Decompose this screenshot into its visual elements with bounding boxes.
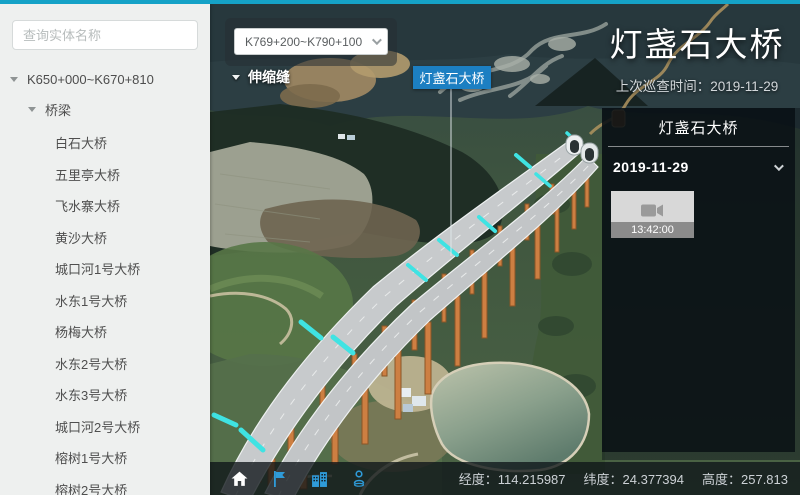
panel-separator — [608, 146, 789, 147]
video-camera-icon — [641, 203, 665, 218]
sidebar-item-bridge[interactable]: 水东2号大桥 — [0, 349, 210, 381]
sidebar-item-bridge[interactable]: 白石大桥 — [0, 128, 210, 160]
inspection-panel: 灯盏石大桥 2019-11-29 13:42:00 — [602, 108, 795, 452]
video-thumbnail[interactable]: 13:42:00 — [611, 191, 694, 238]
sidebar-item-bridge[interactable]: 飞水寨大桥 — [0, 191, 210, 223]
building-icon — [311, 471, 328, 487]
last-inspection-time: 上次巡查时间：2019-11-29 — [598, 75, 796, 95]
top-accent-bar — [0, 0, 800, 4]
pegman-button[interactable] — [346, 466, 372, 492]
section-range-select[interactable]: K769+200~K790+100 — [234, 28, 388, 55]
status-bar: 经度：114.215987 纬度：24.377394 高度：257.813 — [210, 462, 800, 495]
last-inspection-date: 2019-11-29 — [710, 79, 778, 94]
search-input[interactable] — [12, 20, 198, 50]
sidebar-item-bridge[interactable]: 城口河2号大桥 — [0, 412, 210, 444]
bridges-group-label: 桥梁 — [45, 100, 71, 119]
tree-node-section[interactable]: K650+000~K670+810 — [0, 64, 210, 94]
tree-node-expansion-joint[interactable]: 伸缩缝 — [232, 67, 290, 87]
inspection-date: 2019-11-29 — [613, 159, 774, 175]
sidebar-item-bridge[interactable]: 榕树1号大桥 — [0, 443, 210, 475]
coordinates-readout: 经度：114.215987 纬度：24.377394 高度：257.813 — [459, 469, 788, 488]
latitude: 纬度：24.377394 — [584, 469, 684, 488]
sidebar-item-bridge[interactable]: 黄沙大桥 — [0, 223, 210, 255]
chevron-down-icon — [774, 161, 784, 171]
inspection-date-row[interactable]: 2019-11-29 — [613, 159, 781, 175]
sidebar-item-bridge[interactable]: 榕树2号大桥 — [0, 475, 210, 495]
section-label: K650+000~K670+810 — [27, 72, 154, 87]
layer-filter-panel: K769+200~K790+100 — [225, 18, 397, 66]
sidebar-item-bridge[interactable]: 杨梅大桥 — [0, 317, 210, 349]
page-title: 灯盏石大桥 — [598, 18, 796, 66]
panel-title: 灯盏石大桥 — [602, 117, 795, 138]
home-icon — [231, 471, 248, 487]
map-bridge-label[interactable]: 灯盏石大桥 — [413, 66, 491, 89]
sidebar-item-bridge[interactable]: 水东1号大桥 — [0, 286, 210, 318]
expansion-joint-label: 伸缩缝 — [248, 67, 290, 87]
bridge-header: 灯盏石大桥 上次巡查时间：2019-11-29 — [598, 18, 796, 95]
bridge-inspection-app: K769+200~K790+100 伸缩缝 灯盏石大桥 灯盏石大桥 上次巡查时间… — [0, 0, 800, 495]
section-range-value: K769+200~K790+100 — [245, 35, 372, 49]
flag-button[interactable] — [266, 466, 292, 492]
flag-icon — [272, 471, 287, 487]
chevron-down-icon — [372, 35, 382, 45]
video-timestamp: 13:42:00 — [611, 222, 694, 238]
last-inspection-label: 上次巡查时间： — [616, 79, 711, 94]
altitude: 高度：257.813 — [702, 469, 788, 488]
tree-node-bridges[interactable]: 桥梁 — [0, 94, 210, 124]
caret-down-icon — [10, 77, 18, 82]
building-button[interactable] — [306, 466, 332, 492]
sidebar-item-bridge[interactable]: 五里亭大桥 — [0, 160, 210, 192]
caret-down-icon — [232, 75, 240, 80]
entity-tree: K650+000~K670+810 桥梁 白石大桥 五里亭大桥 飞水寨大桥 黄沙… — [0, 64, 210, 495]
home-button[interactable] — [226, 466, 252, 492]
sidebar: K650+000~K670+810 桥梁 白石大桥 五里亭大桥 飞水寨大桥 黄沙… — [0, 4, 210, 495]
caret-down-icon — [28, 107, 36, 112]
sidebar-item-bridge[interactable]: 水东3号大桥 — [0, 380, 210, 412]
pegman-icon — [351, 470, 367, 487]
longitude: 经度：114.215987 — [459, 469, 566, 488]
sidebar-item-bridge[interactable]: 城口河1号大桥 — [0, 254, 210, 286]
